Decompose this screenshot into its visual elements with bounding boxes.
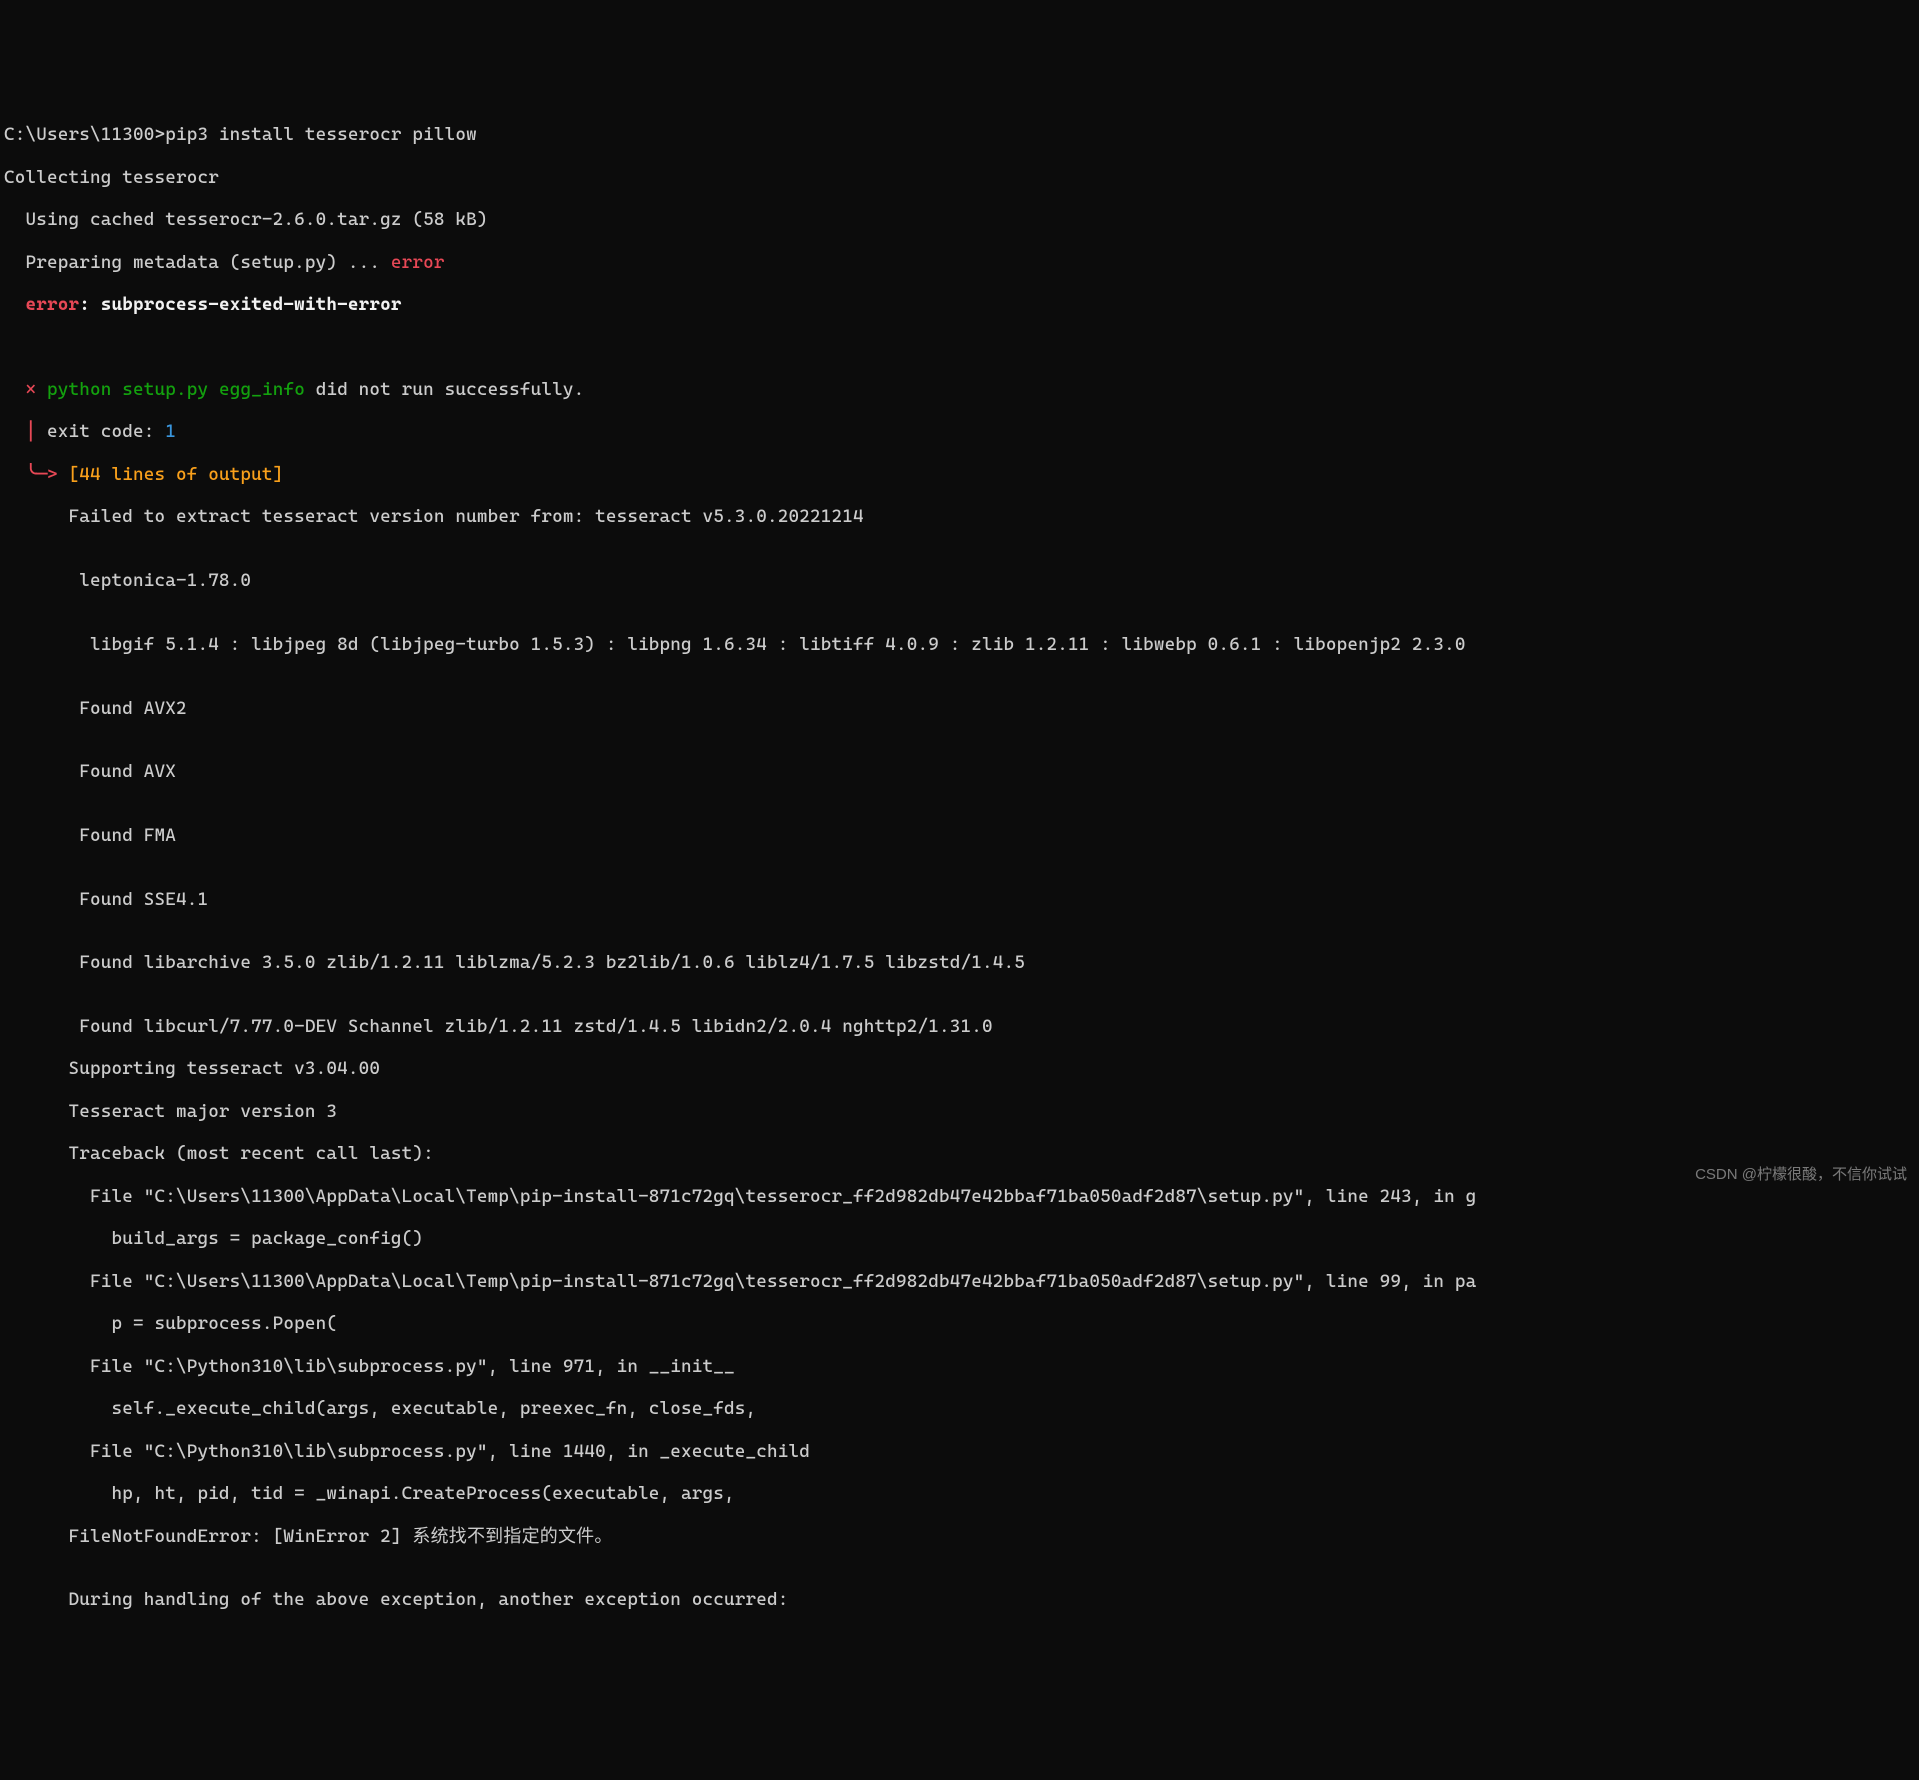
exit-code-line: │ exit code: 1 (4, 421, 1919, 442)
traceback-line: leptonica-1.78.0 (4, 570, 1919, 591)
error-word: error (391, 252, 445, 273)
command-text: pip3 install tesserocr pillow (165, 124, 477, 145)
watermark-text: CSDN @柠檬很酸，不信你试试 (1695, 1166, 1907, 1184)
traceback-line: Failed to extract tesseract version numb… (4, 506, 1919, 527)
traceback-line: Tesseract major version 3 (4, 1101, 1919, 1122)
error-line: error: subprocess-exited-with-error (4, 294, 1919, 315)
traceback-line: File "C:\Users\11300\AppData\Local\Temp\… (4, 1271, 1919, 1292)
traceback-line: Supporting tesseract v3.04.00 (4, 1058, 1919, 1079)
traceback-line: Found FMA (4, 825, 1919, 846)
cross-icon: × (4, 379, 47, 400)
traceback-line: During handling of the above exception, … (4, 1589, 1919, 1610)
output-line: Preparing metadata (setup.py) ... error (4, 252, 1919, 273)
traceback-line: Found AVX (4, 761, 1919, 782)
traceback-line: libgif 5.1.4 : libjpeg 8d (libjpeg-turbo… (4, 634, 1919, 655)
traceback-line: File "C:\Python310\lib\subprocess.py", l… (4, 1356, 1919, 1377)
traceback-line: FileNotFoundError: [WinError 2] 系统找不到指定的… (4, 1526, 1919, 1547)
traceback-line: hp, ht, pid, tid = _winapi.CreateProcess… (4, 1483, 1919, 1504)
traceback-line: build_args = package_config() (4, 1228, 1919, 1249)
lines-of-output: [44 lines of output] (68, 464, 283, 485)
terminal-output: C:\Users\11300>pip3 install tesserocr pi… (4, 103, 1919, 1632)
output-header-line: ╰─> [44 lines of output] (4, 464, 1919, 485)
output-line: Collecting tesserocr (4, 167, 1919, 188)
blank-line (4, 337, 1919, 358)
traceback-line: File "C:\Python310\lib\subprocess.py", l… (4, 1441, 1919, 1462)
error-label: error (4, 294, 79, 315)
shell-prompt: C:\Users\11300> (4, 124, 165, 145)
traceback-line: Found libcurl/7.77.0-DEV Schannel zlib/1… (4, 1016, 1919, 1037)
exit-code-value: 1 (165, 421, 176, 442)
error-message: subprocess-exited-with-error (101, 294, 402, 315)
traceback-line: Traceback (most recent call last): (4, 1143, 1919, 1164)
prompt-line: C:\Users\11300>pip3 install tesserocr pi… (4, 124, 1919, 145)
traceback-line: Found libarchive 3.5.0 zlib/1.2.11 liblz… (4, 952, 1919, 973)
pipe-icon: │ (4, 421, 47, 442)
failure-line: × python setup.py egg_info did not run s… (4, 379, 1919, 400)
traceback-line: File "C:\Users\11300\AppData\Local\Temp\… (4, 1186, 1919, 1207)
traceback-line: Found AVX2 (4, 698, 1919, 719)
traceback-line: Found SSE4.1 (4, 889, 1919, 910)
traceback-line: p = subprocess.Popen( (4, 1313, 1919, 1334)
arrow-icon: ╰─> (4, 464, 68, 485)
traceback-line: self._execute_child(args, executable, pr… (4, 1398, 1919, 1419)
output-line: Using cached tesserocr-2.6.0.tar.gz (58 … (4, 209, 1919, 230)
